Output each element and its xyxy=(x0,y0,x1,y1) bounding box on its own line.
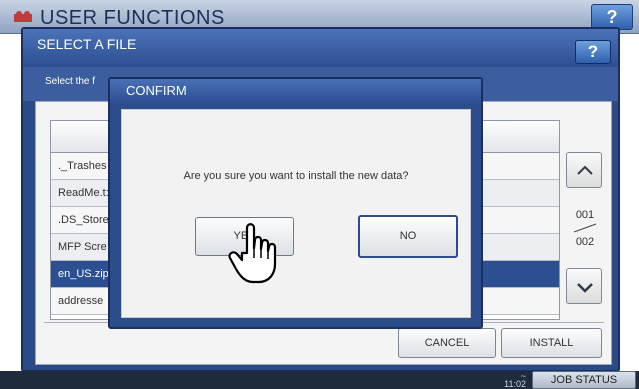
chevron-up-icon xyxy=(577,165,593,175)
confirm-message: Are you sure you want to install the new… xyxy=(183,170,409,182)
select-file-help-button[interactable]: ? xyxy=(575,40,611,64)
user-functions-logo-icon xyxy=(14,11,32,22)
file-row-label: addresse xyxy=(58,295,104,307)
chevron-down-icon xyxy=(577,283,593,293)
page-current: 001 xyxy=(575,209,595,221)
confirm-body xyxy=(121,109,471,318)
hand-pointer-icon xyxy=(228,223,277,284)
file-row-label: ._Trashes xyxy=(58,160,107,172)
cancel-button[interactable]: CANCEL xyxy=(398,328,496,358)
no-button[interactable]: NO xyxy=(358,215,458,258)
page-total: 002 xyxy=(575,236,595,248)
file-row-label: .DS_Store xyxy=(58,214,109,226)
scroll-down-button[interactable] xyxy=(566,268,602,304)
file-row-label: ReadMe.t: xyxy=(58,187,109,199)
file-row-label: MFP Scre xyxy=(58,241,107,253)
file-row-label: en_US.zip xyxy=(58,268,109,280)
select-file-title: SELECT A FILE xyxy=(37,36,137,52)
confirm-title: CONFIRM xyxy=(126,83,187,98)
status-clock: ~ 11:02 xyxy=(470,372,526,389)
status-time-bottom: 11:02 xyxy=(504,379,526,389)
install-button[interactable]: INSTALL xyxy=(501,328,602,358)
page-separator xyxy=(573,223,597,233)
job-status-button[interactable]: JOB STATUS xyxy=(532,371,636,389)
scroll-up-button[interactable] xyxy=(566,152,602,188)
select-file-instruction: Select the f xyxy=(45,76,96,87)
